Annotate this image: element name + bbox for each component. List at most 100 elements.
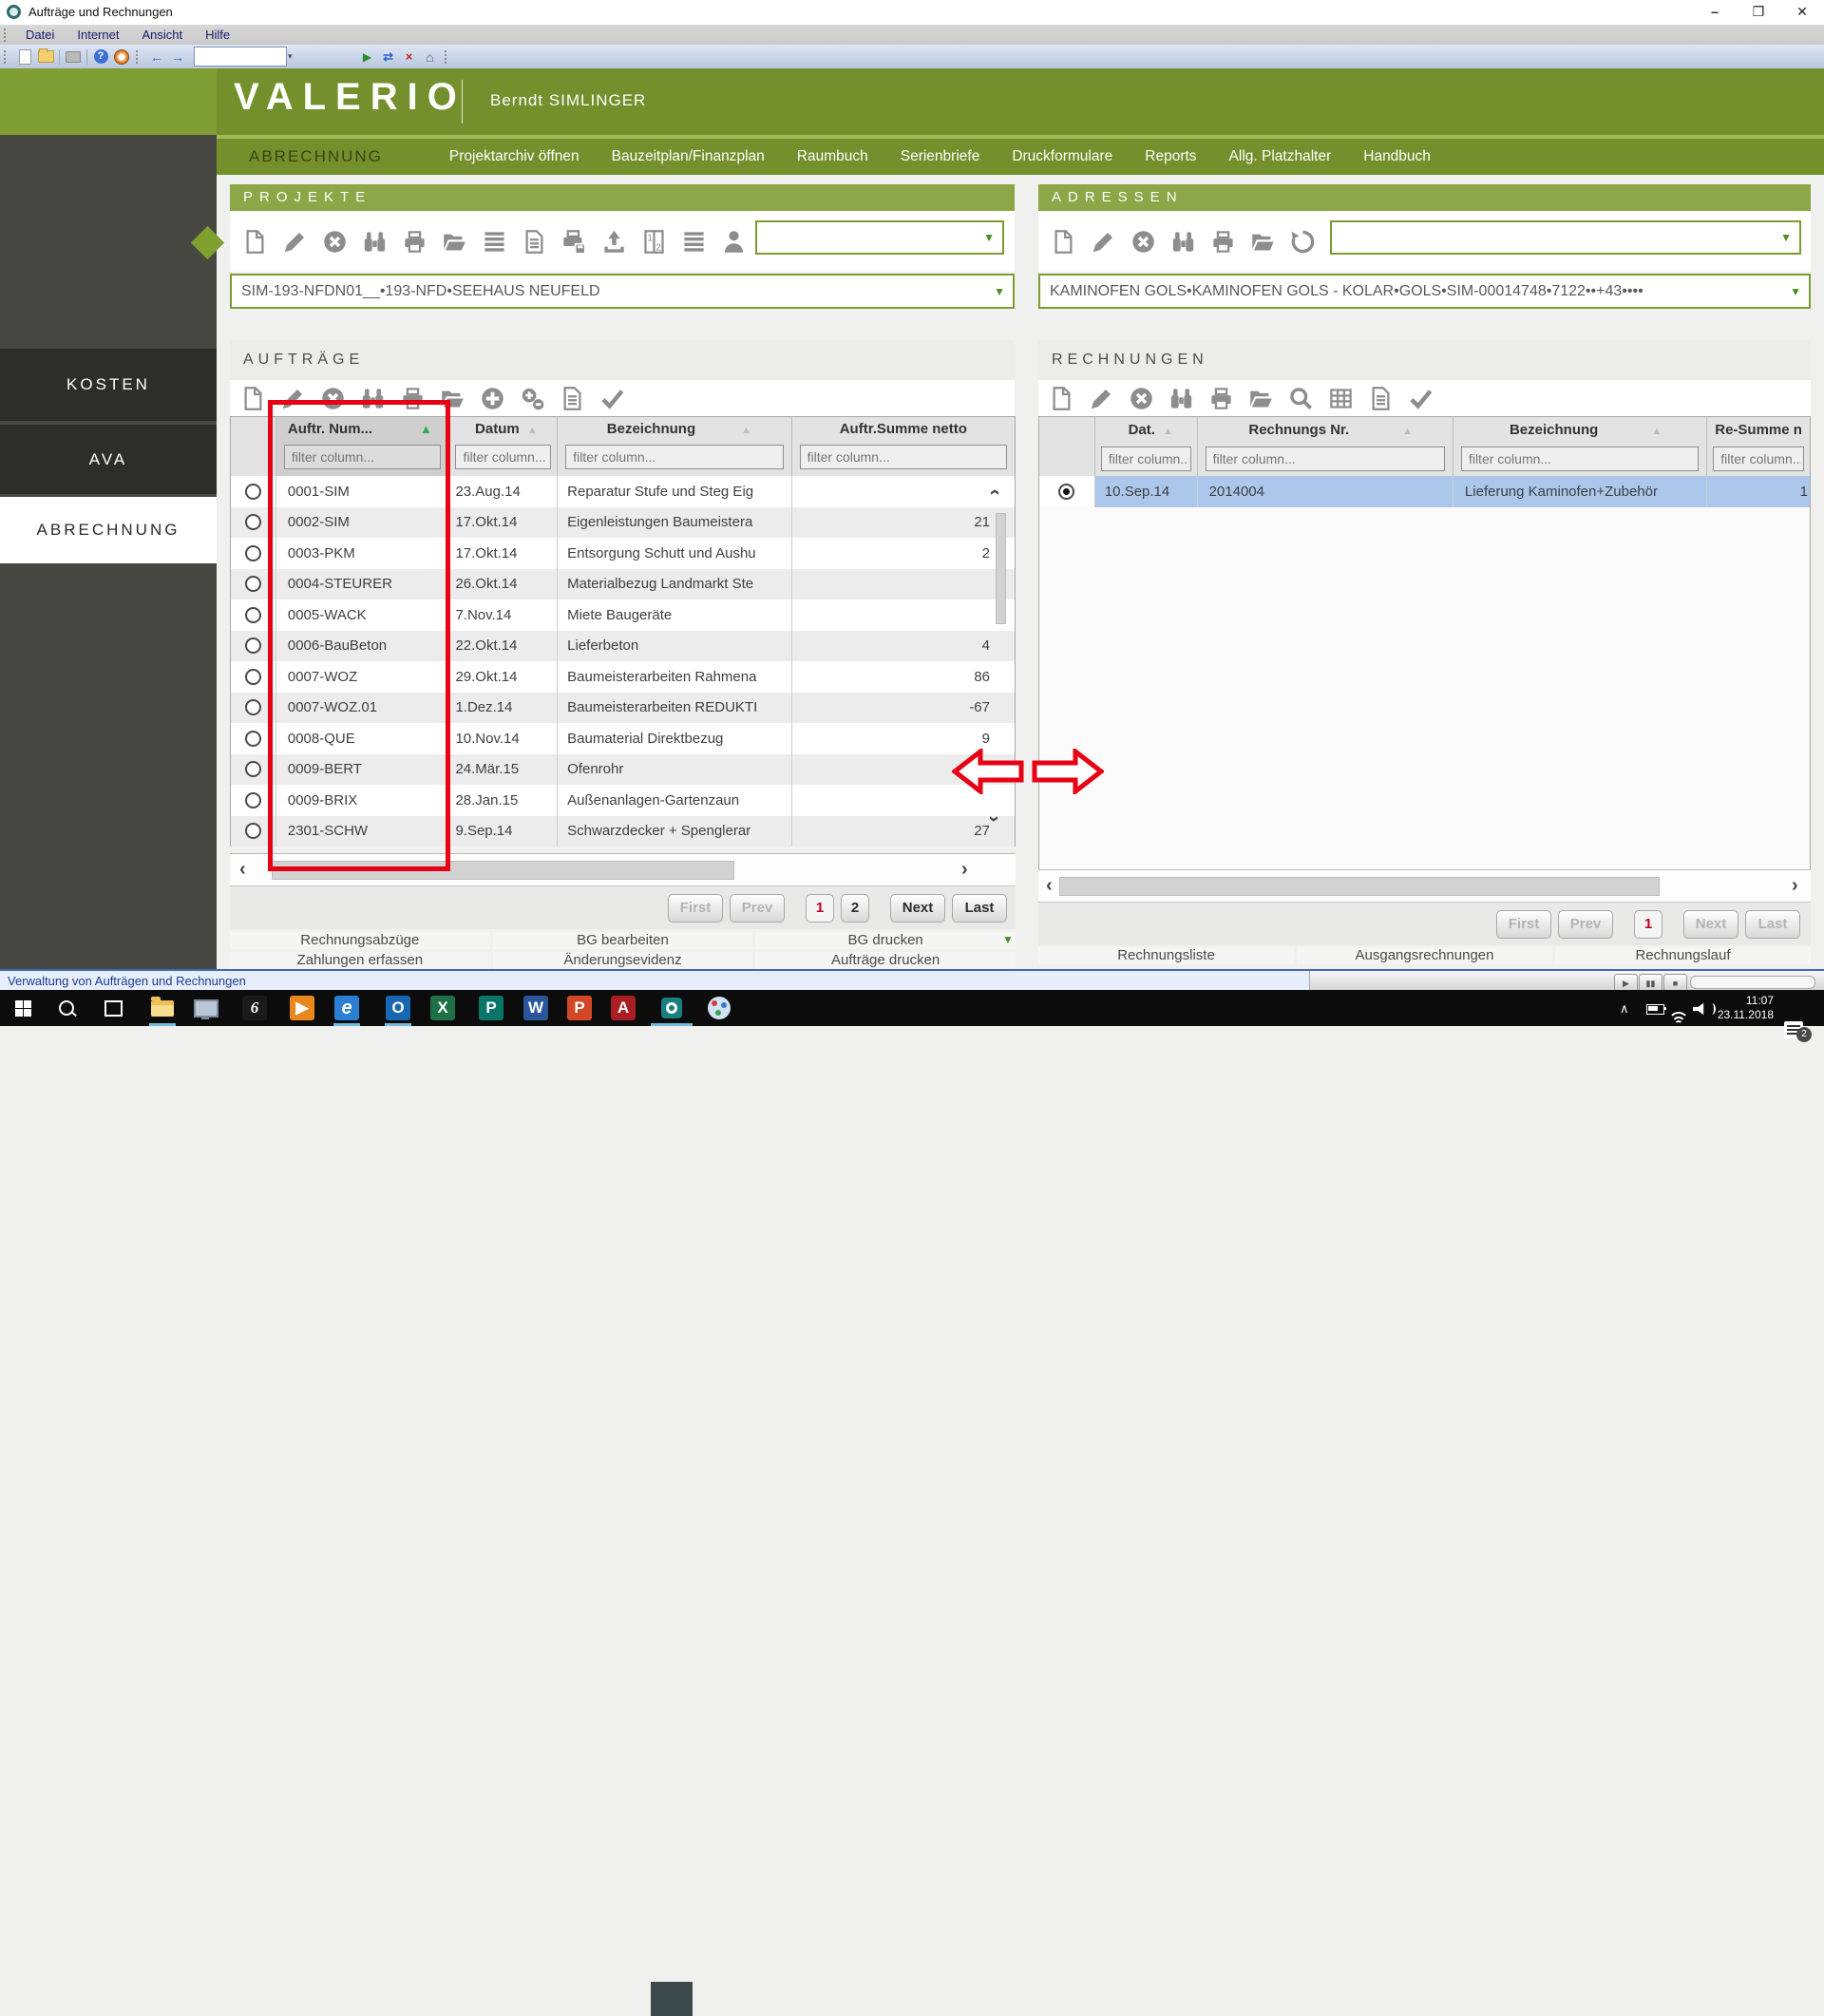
table-row[interactable]: 0005-WACK 7.Nov.14 Miete Baugeräte bbox=[231, 599, 1015, 631]
new-document-icon[interactable] bbox=[1049, 386, 1074, 411]
row-radio[interactable] bbox=[244, 699, 261, 716]
delete-icon[interactable] bbox=[1129, 386, 1154, 411]
folder-open-icon[interactable] bbox=[442, 229, 467, 255]
edit-icon[interactable] bbox=[1091, 229, 1116, 255]
search-binoculars-icon[interactable] bbox=[1168, 386, 1194, 411]
prev-page-button[interactable]: Prev bbox=[730, 893, 785, 922]
wifi-icon[interactable] bbox=[1670, 1012, 1687, 1025]
link-rechnungsliste[interactable]: Rechnungsliste bbox=[1038, 947, 1294, 964]
sort-icon[interactable] bbox=[1651, 422, 1662, 438]
check-icon[interactable] bbox=[1408, 386, 1434, 411]
battery-icon[interactable] bbox=[1646, 1004, 1666, 1015]
file-explorer-icon[interactable] bbox=[142, 992, 183, 1024]
chevron-down-icon[interactable] bbox=[994, 285, 1005, 298]
delete-icon[interactable] bbox=[320, 386, 346, 411]
search-binoculars-icon[interactable] bbox=[360, 386, 386, 411]
table-row[interactable]: 0007-WOZ.01 1.Dez.14 Baumeisterarbeiten … bbox=[231, 692, 1015, 723]
filter-bezeichnung[interactable] bbox=[558, 440, 792, 476]
table-row[interactable]: 0009-BERT 24.Mär.15 Ofenrohr bbox=[231, 753, 1015, 785]
forward-icon[interactable]: → bbox=[167, 48, 188, 67]
zoom-icon[interactable] bbox=[1288, 386, 1314, 411]
volume-icon[interactable] bbox=[1693, 1002, 1716, 1016]
scroll-down-icon[interactable]: › bbox=[983, 816, 1004, 823]
chevron-down-icon[interactable] bbox=[1780, 231, 1792, 244]
close-button[interactable] bbox=[1780, 0, 1824, 25]
chevron-down-icon[interactable] bbox=[983, 231, 995, 244]
scroll-left-icon[interactable]: ‹ bbox=[1046, 876, 1053, 895]
tray-chevron-icon[interactable]: ∧ bbox=[1620, 1001, 1629, 1017]
hscrollbar-thumb[interactable] bbox=[1059, 877, 1660, 896]
filter-input[interactable] bbox=[1713, 447, 1805, 471]
folder-open-icon[interactable] bbox=[440, 386, 466, 411]
filter-input[interactable] bbox=[799, 445, 1007, 469]
help-icon[interactable]: ? bbox=[90, 48, 111, 67]
media-player-icon[interactable]: ▶ bbox=[281, 992, 323, 1024]
document-text-icon[interactable] bbox=[560, 386, 585, 411]
list-icon[interactable] bbox=[482, 229, 507, 255]
home-icon[interactable]: ⌂ bbox=[420, 48, 441, 67]
rechnungen-hscrollbar[interactable]: ‹ › bbox=[1038, 869, 1811, 903]
valerio-app-icon[interactable] bbox=[651, 992, 693, 1024]
row-radio[interactable] bbox=[244, 606, 261, 623]
go-icon[interactable]: ▶ bbox=[357, 48, 378, 67]
table-row[interactable]: 0007-WOZ 29.Okt.14 Baumeisterarbeiten Ra… bbox=[231, 661, 1015, 693]
column-header-rechnungsnr[interactable]: Rechnungs Nr. bbox=[1198, 417, 1454, 442]
scroll-right-icon[interactable]: › bbox=[1792, 876, 1798, 895]
task-view-icon[interactable] bbox=[92, 992, 134, 1024]
filter-auftr-num[interactable] bbox=[276, 440, 450, 476]
sidebar-item-kosten[interactable]: KOSTEN bbox=[0, 349, 217, 421]
new-document-icon[interactable] bbox=[242, 229, 268, 255]
print-export-icon[interactable] bbox=[561, 229, 587, 255]
sidebar-item-abrechnung[interactable]: ABRECHNUNG bbox=[0, 497, 217, 563]
chevron-down-icon[interactable] bbox=[1002, 933, 1014, 946]
list-columns-icon[interactable] bbox=[681, 229, 707, 255]
paint-palette-icon[interactable] bbox=[698, 992, 740, 1024]
link-zahlungen-erfassen[interactable]: Zahlungen erfassen bbox=[230, 952, 490, 969]
open-folder-icon[interactable] bbox=[35, 48, 56, 67]
add-icon[interactable] bbox=[480, 386, 505, 411]
sort-icon[interactable] bbox=[527, 421, 538, 437]
delete-icon[interactable] bbox=[322, 229, 348, 255]
pages-icon[interactable] bbox=[641, 229, 667, 255]
link-aenderungsevidenz[interactable]: Änderungsevidenz bbox=[492, 952, 753, 969]
print-icon[interactable] bbox=[1208, 386, 1234, 411]
first-page-button[interactable]: First bbox=[668, 893, 723, 922]
user-icon[interactable] bbox=[721, 229, 747, 255]
filter-input[interactable] bbox=[283, 445, 442, 469]
prev-page-button[interactable]: Prev bbox=[1558, 909, 1613, 939]
minimize-button[interactable] bbox=[1693, 0, 1737, 25]
search-binoculars-icon[interactable] bbox=[362, 229, 388, 255]
sync-icon[interactable] bbox=[111, 48, 132, 67]
next-page-button[interactable]: Next bbox=[1683, 909, 1738, 939]
app-six-icon[interactable]: 6 bbox=[234, 992, 276, 1024]
row-radio[interactable] bbox=[244, 544, 261, 561]
search-binoculars-icon[interactable] bbox=[1170, 229, 1196, 255]
table-row[interactable]: 0006-BauBeton 22.Okt.14 Lieferbeton 4 bbox=[231, 630, 1015, 661]
back-icon[interactable]: ← bbox=[146, 48, 167, 67]
print-icon[interactable] bbox=[402, 229, 428, 255]
publisher-icon[interactable]: P bbox=[470, 992, 512, 1024]
address-dropdown-icon[interactable]: ▾ bbox=[288, 51, 293, 62]
first-page-button[interactable]: First bbox=[1496, 909, 1551, 939]
filter-datum[interactable] bbox=[449, 440, 559, 476]
table-row[interactable]: 2301-SCHW 9.Sep.14 Schwarzdecker + Speng… bbox=[231, 815, 1015, 846]
check-icon[interactable] bbox=[599, 386, 625, 411]
search-icon[interactable] bbox=[46, 992, 87, 1024]
table-row[interactable]: 0008-QUE 10.Nov.14 Baumaterial Direktbez… bbox=[231, 723, 1015, 754]
filter-input[interactable] bbox=[1100, 447, 1191, 471]
link-bg-bearbeiten[interactable]: BG bearbeiten bbox=[492, 932, 753, 949]
powerpoint-icon[interactable]: P bbox=[559, 992, 600, 1024]
link-bg-drucken[interactable]: BG drucken bbox=[755, 932, 1016, 949]
row-radio[interactable] bbox=[244, 791, 261, 808]
sort-icon[interactable] bbox=[1163, 422, 1173, 438]
hscrollbar-thumb[interactable] bbox=[272, 861, 734, 880]
projekte-select[interactable]: SIM-193-NFDN01__•193-NFD•SEEHAUS NEUFELD bbox=[230, 274, 1015, 309]
nav-reports[interactable]: Reports bbox=[1145, 148, 1196, 165]
auftraege-hscrollbar[interactable]: ‹ › bbox=[230, 853, 1016, 887]
menu-datei[interactable]: Datei bbox=[14, 25, 66, 45]
sort-icon[interactable] bbox=[741, 421, 751, 437]
delete-icon[interactable] bbox=[1130, 229, 1156, 255]
last-page-button[interactable]: Last bbox=[1745, 909, 1800, 939]
sort-icon[interactable] bbox=[1402, 422, 1413, 438]
table-row[interactable]: 0003-PKM 17.Okt.14 Entsorgung Schutt und… bbox=[231, 538, 1015, 569]
